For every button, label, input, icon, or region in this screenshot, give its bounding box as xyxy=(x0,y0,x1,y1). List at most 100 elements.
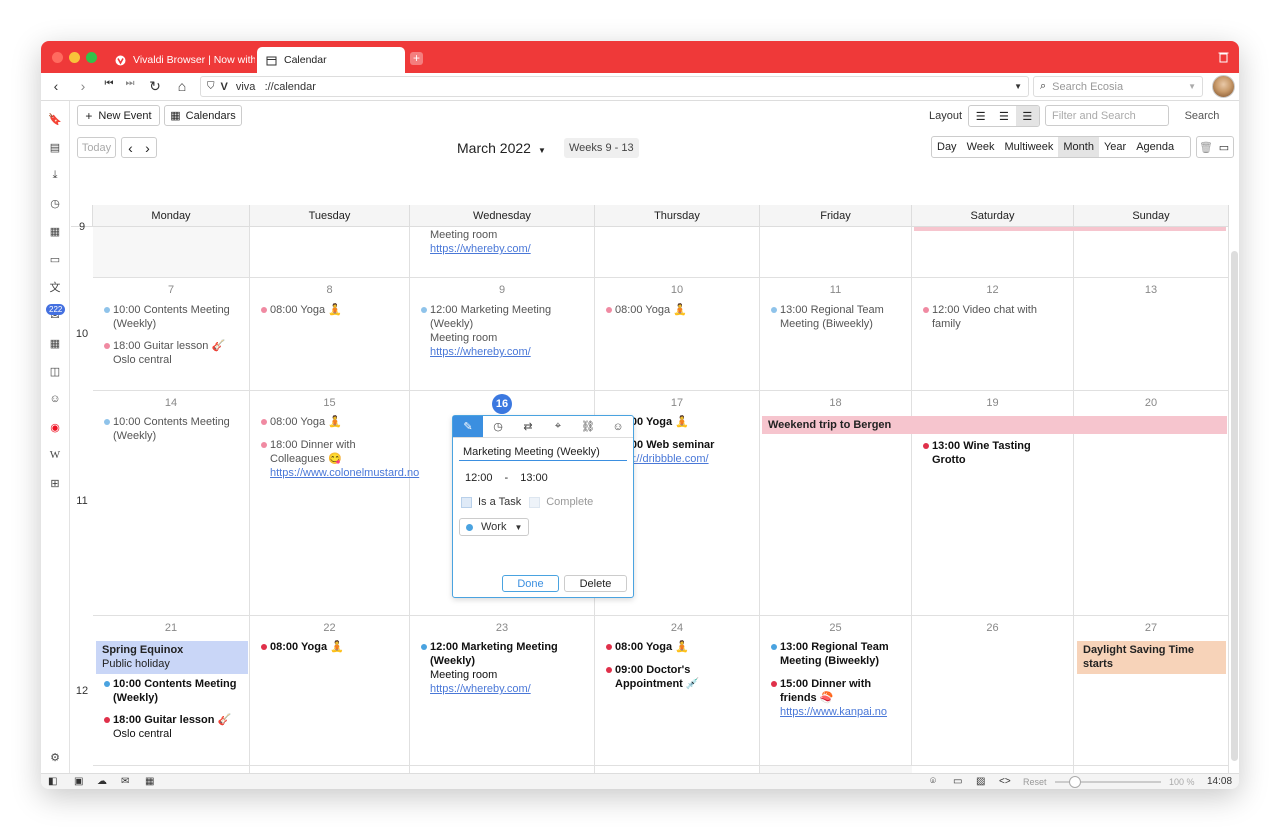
day-cell[interactable]: 27 xyxy=(1074,616,1229,766)
day-cell[interactable]: 12 xyxy=(912,278,1074,391)
toggle-icon[interactable]: ▭ xyxy=(1215,137,1233,157)
layout-full-icon[interactable]: ☰ xyxy=(1015,106,1039,126)
repeat-icon[interactable]: ⇄ xyxy=(513,416,543,437)
calendar-event[interactable]: 18:00 Guitar lesson 🎸 xyxy=(103,339,243,353)
tab-calendar[interactable]: Calendar xyxy=(257,47,405,73)
day-cell[interactable] xyxy=(595,227,760,278)
today-button[interactable]: Today xyxy=(77,137,116,158)
wikipedia-icon[interactable]: W xyxy=(47,447,63,463)
scrollbar[interactable] xyxy=(1231,251,1238,761)
day-cell[interactable]: 31 xyxy=(595,766,760,773)
rewind-icon[interactable]: ⏮ xyxy=(99,78,119,89)
search-button[interactable]: Search xyxy=(1174,105,1230,126)
url-field[interactable]: ⛉ V viva ://calendar ▼ xyxy=(200,76,1029,97)
maximize-window-button[interactable] xyxy=(86,52,97,63)
search-engine-field[interactable]: ⌕ Search Ecosia ▼ xyxy=(1033,76,1203,97)
day-cell[interactable]: 10 xyxy=(595,278,760,391)
new-tab-button[interactable]: + xyxy=(410,52,423,65)
new-event-button[interactable]: + New Event xyxy=(77,105,160,126)
reading-list-icon[interactable]: ▤ xyxy=(47,139,63,155)
view-multiweek-tab[interactable]: Multiweek xyxy=(999,137,1058,157)
calendar-event[interactable]: 12:00 Marketing Meeting (Weekly) xyxy=(420,640,585,668)
feeds-icon[interactable]: ◫ xyxy=(47,363,63,379)
settings-icon[interactable]: ⚙ xyxy=(47,749,63,765)
day-cell[interactable]: 22 xyxy=(250,616,410,766)
profile-avatar[interactable] xyxy=(1212,75,1235,98)
event-link[interactable]: https://whereby.com/ xyxy=(420,242,590,256)
view-day-tab[interactable]: Day xyxy=(932,137,962,157)
mail-icon[interactable]: ✉ xyxy=(121,776,129,787)
home-icon[interactable]: ⌂ xyxy=(172,78,192,94)
day-cell[interactable]: 30 xyxy=(410,766,595,773)
add-panel-icon[interactable]: ⊞ xyxy=(47,475,63,491)
day-cell[interactable]: 7 xyxy=(93,278,250,391)
day-cell[interactable] xyxy=(250,227,410,278)
event-link[interactable]: https://whereby.com/ xyxy=(420,682,585,696)
view-month-tab[interactable]: Month xyxy=(1058,137,1099,157)
clock-icon[interactable]: ◷ xyxy=(483,416,513,437)
day-cell[interactable]: 29 xyxy=(250,766,410,773)
calendar-event[interactable]: 12:00 Marketing Meeting (Weekly) xyxy=(420,303,585,331)
calendar-event[interactable]: 13:00 Regional Team Meeting (Biweekly) xyxy=(770,640,905,668)
close-window-button[interactable] xyxy=(52,52,63,63)
month-selector[interactable]: March 2022 ▼ xyxy=(457,140,546,156)
day-cell[interactable]: 26 xyxy=(912,616,1074,766)
trash-icon[interactable] xyxy=(1218,51,1229,66)
view-year-tab[interactable]: Year xyxy=(1099,137,1131,157)
calendar-event[interactable]: 18:00 Dinner with Colleagues 😋 xyxy=(260,438,410,466)
calendar-event[interactable]: 15:00 Dinner with friends 🍣 xyxy=(770,677,905,705)
day-cell[interactable]: 28 xyxy=(93,766,250,773)
calendar-select[interactable]: Work ▼ xyxy=(459,518,530,536)
calendar-event[interactable]: 13:00 Wine Tasting Grotto xyxy=(922,439,1062,467)
window-icon[interactable]: ▭ xyxy=(953,776,962,787)
calendar-event[interactable]: 08:00 Yoga 🧘 xyxy=(605,640,750,654)
layout-normal-icon[interactable]: ☰ xyxy=(992,106,1015,126)
day-cell[interactable] xyxy=(1074,227,1229,278)
multi-day-event-band[interactable] xyxy=(914,227,1226,231)
calendar-event[interactable]: 13:00 Regional Team Meeting (Biweekly) xyxy=(770,303,905,331)
calendar-icon[interactable]: ▦ xyxy=(145,776,154,787)
layout-switcher[interactable]: ☰ ☰ ☰ xyxy=(968,105,1040,127)
translate-icon[interactable]: 文 xyxy=(47,279,63,295)
trash-icon[interactable]: 🗑 xyxy=(1197,137,1215,157)
calendar-event[interactable]: 08:00 Yoga 🧘 xyxy=(260,415,400,429)
calendar-event[interactable]: 10:00 Contents Meeting (Weekly) xyxy=(103,303,243,331)
day-cell[interactable]: 2 xyxy=(912,766,1074,773)
day-cell[interactable] xyxy=(760,227,912,278)
vivaldi-icon[interactable]: ◉ xyxy=(47,419,63,435)
panel-toggle-icon[interactable]: ◧ xyxy=(48,776,57,787)
holiday-event[interactable]: Spring Equinox Public holiday xyxy=(96,641,248,674)
tab-vivaldi[interactable]: Vivaldi Browser | Now with xyxy=(107,47,255,73)
calendar-event[interactable]: 08:00 Yoga 🧘 xyxy=(605,303,750,317)
zoom-slider[interactable] xyxy=(1055,776,1161,788)
zoom-slider-handle[interactable] xyxy=(1069,776,1081,788)
notes-icon[interactable]: ▦ xyxy=(47,223,63,239)
done-button[interactable]: Done xyxy=(502,575,559,592)
multi-day-event-band[interactable]: Weekend trip to Bergen xyxy=(762,416,1227,434)
zoom-reset[interactable]: Reset xyxy=(1023,777,1047,787)
start-time-input[interactable]: 12:00 xyxy=(465,472,493,484)
tab-tiling-icon[interactable]: ▣ xyxy=(74,776,83,787)
chevron-down-icon[interactable]: ▼ xyxy=(1014,82,1022,91)
end-time-input[interactable]: 13:00 xyxy=(520,472,548,484)
invite-icon[interactable]: ☺ xyxy=(603,416,633,437)
calendar-event[interactable]: 10:00 Contents Meeting (Weekly) xyxy=(103,677,243,705)
day-cell[interactable] xyxy=(93,227,250,278)
reload-icon[interactable]: ↻ xyxy=(145,78,165,95)
location-icon[interactable]: ⌖ xyxy=(543,416,573,437)
event-title-field[interactable]: Marketing Meeting (Weekly) xyxy=(459,444,627,461)
prev-period-icon[interactable]: ‹ xyxy=(128,140,133,156)
delete-button[interactable]: Delete xyxy=(564,575,627,592)
day-cell[interactable]: 8 xyxy=(250,278,410,391)
vivaldi-menu-icon[interactable]: V xyxy=(221,81,228,93)
day-cell[interactable]: 11 xyxy=(760,278,912,391)
calendars-button[interactable]: ▦ Calendars xyxy=(164,105,242,126)
calendar-event[interactable]: 09:00 Doctor's Appointment 💉 xyxy=(605,663,745,691)
calendar-icon[interactable]: ▦ xyxy=(47,335,63,351)
download-icon[interactable]: ⤓ xyxy=(47,167,63,183)
image-icon[interactable]: ▨ xyxy=(976,776,985,787)
day-cell[interactable] xyxy=(912,227,1074,278)
window-icon[interactable]: ▭ xyxy=(47,251,63,267)
event-link[interactable]: https://whereby.com/ xyxy=(420,345,585,359)
fast-forward-icon[interactable]: ⏭ xyxy=(120,78,140,89)
